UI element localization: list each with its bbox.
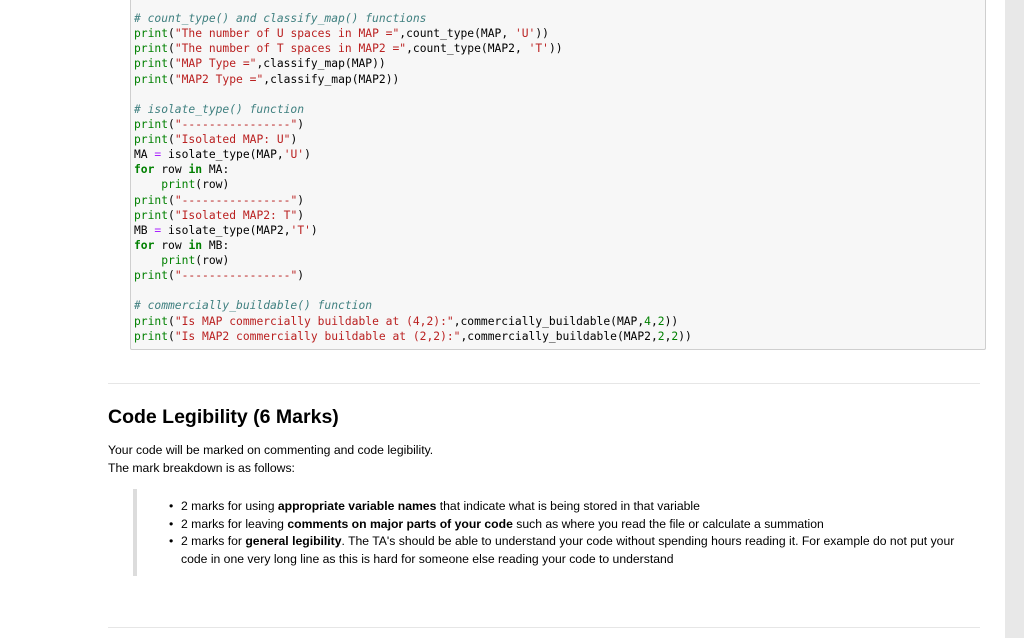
bullet-text-post: such as where you read the file or calcu… [512, 516, 824, 531]
code-line: print(row) [161, 254, 230, 267]
code-line: print(row) [161, 178, 230, 192]
code-line: print("MAP Type =",classify_map(MAP)) [134, 57, 386, 71]
intro-line-2: The mark breakdown is as follows: [108, 461, 295, 475]
code-line: print("----------------") [134, 193, 305, 207]
code-line: print("----------------") [134, 269, 305, 283]
code-line: for row in MA: [134, 163, 230, 177]
code-line: print("----------------") [134, 117, 305, 131]
code-line: print("MAP2 Type =",classify_map(MAP2)) [134, 72, 400, 86]
bullet-icon: • [169, 534, 174, 548]
code-line: print("Is MAP2 commercially buildable at… [134, 329, 692, 343]
scrollbar[interactable] [1005, 0, 1024, 638]
code-line: # commercially_buildable() function [134, 299, 373, 313]
bullet-text-bold: general legibility [245, 534, 342, 548]
section-title: Code Legibility (6 Marks) [108, 406, 339, 428]
intro-line-1: Your code will be marked on commenting a… [108, 443, 434, 457]
code-line: print("The number of U spaces in MAP =",… [134, 27, 549, 41]
bullet-text-pre: 2 marks for using [181, 499, 278, 513]
divider-top [108, 383, 980, 384]
code-editor[interactable]: # count_type() and classify_map() functi… [134, 11, 692, 344]
code-line: MB = isolate_type(MAP2,'T') [134, 223, 318, 237]
bullet-text-pre: 2 marks for [181, 534, 246, 548]
list-item: • 2 marks for general legibility. The TA… [169, 533, 959, 568]
code-line: # isolate_type() function [134, 102, 305, 116]
code-line: print("Isolated MAP2: T") [134, 208, 305, 222]
code-line: print("The number of T spaces in MAP2 ="… [134, 42, 563, 56]
list-item: • 2 marks for leaving comments on major … [169, 516, 959, 534]
divider-bottom [108, 627, 980, 628]
code-line: print("Isolated MAP: U") [134, 133, 298, 146]
bullet-text-pre: 2 marks for leaving [181, 516, 288, 531]
code-line: MA = isolate_type(MAP,'U') [134, 148, 311, 162]
marks-breakdown-blockquote: • 2 marks for using appropriate variable… [133, 489, 963, 576]
bullet-icon: • [169, 499, 174, 513]
code-line: # count_type() and classify_map() functi… [134, 12, 427, 25]
code-line: for row in MB: [134, 238, 230, 252]
code-line: print("Is MAP commercially buildable at … [134, 314, 679, 328]
bullet-text-bold: comments on major parts of your code [287, 516, 513, 531]
bullet-text-post: that indicate what is being stored in th… [436, 499, 700, 513]
code-cell[interactable]: # count_type() and classify_map() functi… [130, 0, 986, 350]
marks-breakdown-list: • 2 marks for using appropriate variable… [169, 498, 959, 568]
bullet-icon: • [169, 516, 174, 531]
list-item: • 2 marks for using appropriate variable… [169, 498, 959, 516]
bullet-text-bold: appropriate variable names [277, 499, 437, 513]
